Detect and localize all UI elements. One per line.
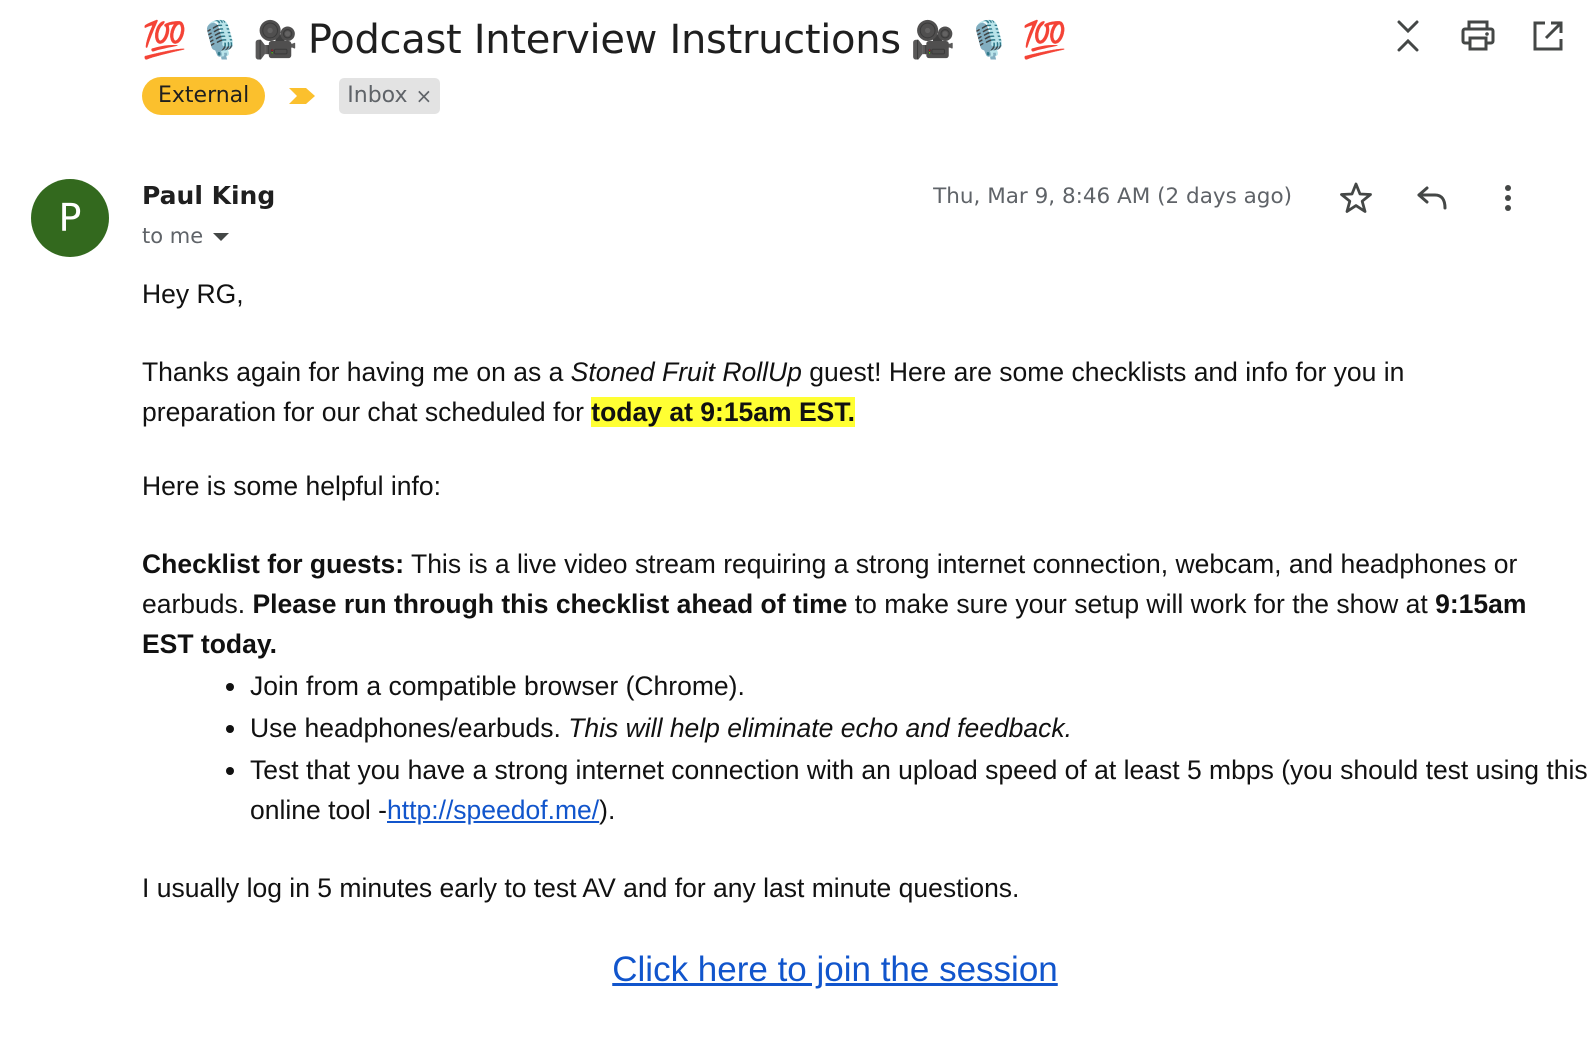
list-item: Join from a compatible browser (Chrome). xyxy=(226,666,1596,706)
subject-text: Podcast Interview Instructions xyxy=(307,17,901,63)
checklist-heading: Checklist for guests: xyxy=(142,549,405,579)
list-item: Use headphones/earbuds. This will help e… xyxy=(226,708,1596,748)
speedtest-link[interactable]: http://speedof.me/ xyxy=(387,795,599,825)
sender-name[interactable]: Paul King xyxy=(142,181,275,210)
label-remove-icon[interactable]: × xyxy=(415,84,432,108)
label-inbox-text: Inbox xyxy=(347,83,408,108)
message-date: Thu, Mar 9, 8:46 AM (2 days ago) xyxy=(933,184,1292,209)
importance-marker-icon[interactable] xyxy=(287,86,317,106)
header-actions xyxy=(1390,18,1566,54)
star-icon[interactable] xyxy=(1338,180,1374,216)
intro-paragraph: Thanks again for having me on as a Stone… xyxy=(142,352,1532,432)
bullet-3-end: ). xyxy=(599,795,616,825)
collapse-icon[interactable] xyxy=(1390,18,1426,54)
sender-avatar[interactable]: P xyxy=(31,179,109,257)
more-vert-icon[interactable] xyxy=(1490,180,1526,216)
checklist-paragraph: Checklist for guests: This is a live vid… xyxy=(142,544,1542,664)
subject-suffix-emoji: 🎥 🎙️ 💯 xyxy=(910,20,1067,61)
checklist-bold: Please run through this checklist ahead … xyxy=(252,589,848,619)
show-name: Stoned Fruit RollUp xyxy=(570,357,802,387)
print-icon[interactable] xyxy=(1460,18,1496,54)
bullet-2-text: Use headphones/earbuds. xyxy=(250,713,569,743)
list-item: Test that you have a strong internet con… xyxy=(226,750,1596,830)
label-inbox[interactable]: Inbox × xyxy=(339,78,441,114)
greeting: Hey RG, xyxy=(142,279,244,309)
bullet-2-italic: This will help eliminate echo and feedba… xyxy=(568,713,1073,743)
subject-prefix-emoji: 💯 🎙️ 🎥 xyxy=(142,20,298,61)
recipient-details-toggle[interactable]: to me xyxy=(142,224,230,248)
checklist-text-2: to make sure your setup will work for th… xyxy=(847,589,1436,619)
reply-icon[interactable] xyxy=(1414,180,1450,216)
join-session-link[interactable]: Click here to join the session xyxy=(0,950,1596,990)
email-subject: 💯 🎙️ 🎥 Podcast Interview Instructions 🎥 … xyxy=(142,12,1067,68)
label-list: External Inbox × xyxy=(142,77,441,115)
helpful-info-heading: Here is some helpful info: xyxy=(142,471,442,501)
open-in-new-icon[interactable] xyxy=(1530,18,1566,54)
label-external[interactable]: External xyxy=(142,77,266,115)
message-actions xyxy=(1338,180,1526,216)
chevron-down-icon xyxy=(213,233,230,241)
scheduled-time-highlight: today at 9:15am EST. xyxy=(591,397,855,427)
recipient-text: to me xyxy=(142,224,204,248)
checklist-bullets: Join from a compatible browser (Chrome).… xyxy=(142,666,1596,832)
intro-text-1: Thanks again for having me on as a xyxy=(142,357,571,387)
closing-line: I usually log in 5 minutes early to test… xyxy=(142,873,1020,903)
